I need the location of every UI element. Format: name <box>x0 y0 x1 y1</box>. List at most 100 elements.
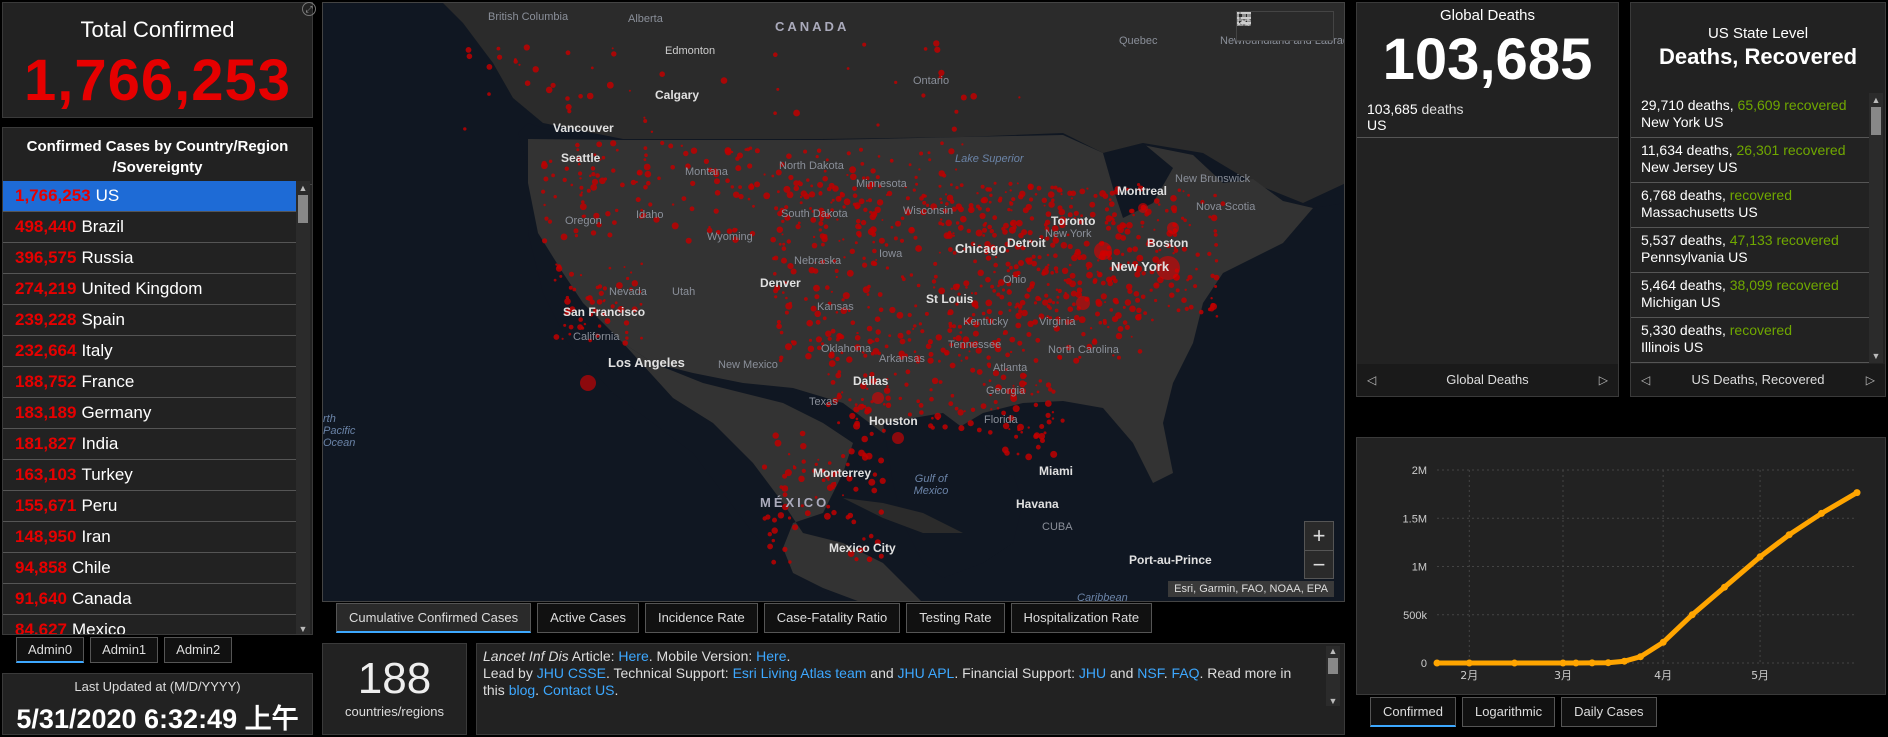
case-marker[interactable] <box>1130 335 1133 338</box>
case-marker[interactable] <box>958 425 965 432</box>
case-marker[interactable] <box>787 453 791 456</box>
case-marker[interactable] <box>660 140 665 146</box>
case-marker[interactable] <box>899 238 905 243</box>
case-marker[interactable] <box>928 351 934 357</box>
case-marker[interactable] <box>1102 193 1109 199</box>
case-marker[interactable] <box>881 219 884 221</box>
case-marker[interactable] <box>781 233 784 236</box>
case-marker[interactable] <box>784 310 789 315</box>
case-marker[interactable] <box>685 237 692 244</box>
case-marker[interactable] <box>622 340 628 346</box>
case-marker[interactable] <box>936 416 940 421</box>
case-marker[interactable] <box>625 330 629 335</box>
case-marker[interactable] <box>1213 233 1218 237</box>
case-marker[interactable] <box>1021 309 1028 317</box>
case-marker[interactable] <box>785 302 793 310</box>
case-marker[interactable] <box>1100 280 1106 286</box>
case-marker[interactable] <box>919 151 924 156</box>
case-marker[interactable] <box>486 64 493 70</box>
case-marker[interactable] <box>974 291 978 295</box>
case-marker[interactable] <box>818 191 823 196</box>
case-marker[interactable] <box>774 439 782 447</box>
confirmed-data-point[interactable] <box>1756 553 1764 561</box>
case-marker[interactable] <box>611 51 617 57</box>
case-marker[interactable] <box>976 192 979 195</box>
case-marker[interactable] <box>915 245 922 252</box>
case-marker[interactable] <box>1048 306 1052 310</box>
case-marker[interactable] <box>854 403 858 406</box>
case-marker[interactable] <box>831 509 837 516</box>
jhu-csse-link[interactable]: JHU CSSE <box>537 665 606 681</box>
case-marker[interactable] <box>784 469 792 477</box>
case-marker[interactable] <box>940 218 943 221</box>
case-marker[interactable] <box>885 395 891 401</box>
case-marker[interactable] <box>714 178 720 185</box>
case-marker[interactable] <box>862 42 867 47</box>
case-marker[interactable] <box>846 269 854 277</box>
case-marker[interactable] <box>1011 197 1016 202</box>
case-marker[interactable] <box>1026 332 1032 337</box>
case-marker[interactable] <box>786 239 791 244</box>
case-marker[interactable] <box>763 173 766 176</box>
case-marker[interactable] <box>1104 207 1110 212</box>
case-marker[interactable] <box>870 260 877 266</box>
case-marker[interactable] <box>957 224 964 231</box>
confirmed-data-point[interactable] <box>1572 659 1580 667</box>
case-marker[interactable] <box>1051 411 1055 414</box>
case-marker[interactable] <box>1005 352 1010 358</box>
case-marker[interactable] <box>555 265 563 272</box>
case-marker[interactable] <box>738 193 744 200</box>
case-marker[interactable] <box>1117 326 1124 332</box>
case-marker[interactable] <box>878 307 884 313</box>
nsf-link[interactable]: NSF <box>1137 665 1163 681</box>
case-marker[interactable] <box>1067 243 1073 250</box>
case-marker[interactable] <box>774 206 779 211</box>
case-marker[interactable] <box>1115 332 1123 340</box>
case-marker[interactable] <box>635 197 641 203</box>
case-marker[interactable] <box>951 126 957 132</box>
case-marker[interactable] <box>908 163 912 167</box>
case-marker[interactable] <box>1117 226 1124 233</box>
case-marker[interactable] <box>1187 193 1190 197</box>
case-marker[interactable] <box>1195 252 1200 257</box>
case-marker[interactable] <box>966 228 971 234</box>
case-marker[interactable] <box>985 299 993 307</box>
case-marker[interactable] <box>603 177 608 181</box>
case-marker[interactable] <box>598 290 604 296</box>
case-marker[interactable] <box>861 454 869 461</box>
global-deaths-entry[interactable]: 103,685 deaths US <box>1367 101 1618 133</box>
case-marker[interactable] <box>545 86 553 94</box>
case-marker[interactable] <box>610 140 617 147</box>
case-marker[interactable] <box>1186 278 1189 282</box>
case-marker[interactable] <box>950 393 955 398</box>
confirmed-data-point[interactable] <box>1659 638 1667 646</box>
case-marker[interactable] <box>1003 222 1009 229</box>
case-marker[interactable] <box>977 269 984 276</box>
case-marker[interactable] <box>1036 185 1042 191</box>
case-marker[interactable] <box>565 104 572 110</box>
case-marker[interactable] <box>856 218 861 224</box>
case-marker[interactable] <box>931 416 934 420</box>
case-marker[interactable] <box>1009 201 1014 206</box>
case-marker[interactable] <box>773 52 778 57</box>
case-marker[interactable] <box>1213 229 1218 233</box>
case-marker[interactable] <box>1026 258 1033 265</box>
case-marker[interactable] <box>849 166 856 174</box>
us-state-row[interactable]: 6,768 deaths, recovered Massachusetts US <box>1631 183 1869 228</box>
case-marker[interactable] <box>846 173 849 177</box>
case-marker[interactable] <box>763 192 771 200</box>
case-marker[interactable] <box>839 192 846 198</box>
case-marker[interactable] <box>1089 327 1093 330</box>
case-marker[interactable] <box>614 301 618 305</box>
case-marker[interactable] <box>929 388 933 392</box>
case-marker[interactable] <box>1045 400 1052 407</box>
case-marker[interactable] <box>826 484 834 492</box>
case-marker[interactable] <box>905 369 911 375</box>
case-marker[interactable] <box>852 193 858 198</box>
case-marker[interactable] <box>1015 312 1022 319</box>
case-marker[interactable] <box>1104 301 1107 304</box>
case-marker[interactable] <box>1041 271 1046 276</box>
case-marker[interactable] <box>993 181 997 185</box>
case-marker[interactable] <box>1177 188 1181 192</box>
case-marker[interactable] <box>836 333 843 340</box>
